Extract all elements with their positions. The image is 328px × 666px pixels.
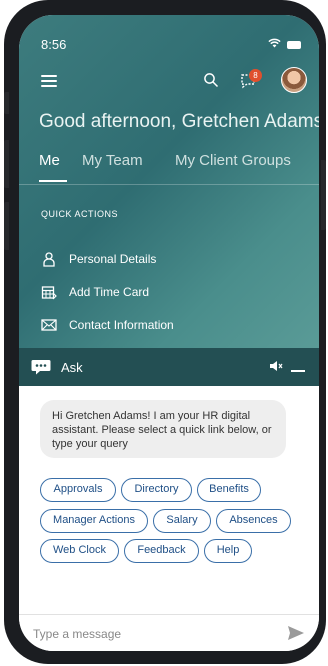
avatar[interactable] bbox=[281, 67, 307, 93]
chat-transcript: Hi Gretchen Adams! I am your HR digital … bbox=[19, 386, 319, 614]
ask-label: Ask bbox=[61, 360, 83, 375]
tab-my-team[interactable]: My Team bbox=[82, 152, 143, 169]
status-time: 8:56 bbox=[41, 37, 67, 52]
calendar-icon bbox=[41, 286, 57, 300]
tab-me[interactable]: Me bbox=[39, 152, 60, 169]
notification-badge: 8 bbox=[249, 69, 262, 82]
volume-down-button bbox=[4, 202, 9, 250]
quick-link-absences[interactable]: Absences bbox=[216, 509, 291, 533]
quick-link-web-clock[interactable]: Web Clock bbox=[40, 539, 119, 563]
search-icon[interactable] bbox=[203, 72, 219, 88]
mail-icon bbox=[41, 319, 57, 331]
quick-link-manager-actions[interactable]: Manager Actions bbox=[40, 509, 148, 533]
phone-frame: 8:56 8 Good afternoon, Gretchen Adams! M… bbox=[4, 0, 326, 664]
wifi-icon bbox=[268, 37, 281, 51]
active-tab-indicator bbox=[39, 180, 67, 182]
chat-bubble-icon bbox=[31, 360, 51, 375]
hamburger-menu-icon[interactable] bbox=[41, 75, 57, 87]
ask-assistant-bar[interactable]: Ask bbox=[19, 348, 319, 386]
battery-icon bbox=[287, 41, 301, 49]
status-bar: 8:56 bbox=[41, 37, 301, 53]
quick-link-feedback[interactable]: Feedback bbox=[124, 539, 199, 563]
home-header-panel: 8:56 8 Good afternoon, Gretchen Adams! M… bbox=[19, 15, 319, 348]
volume-up-button bbox=[4, 140, 9, 188]
minimize-icon[interactable] bbox=[291, 370, 305, 372]
top-nav: 8 bbox=[37, 67, 307, 95]
power-button bbox=[321, 160, 326, 230]
quick-link-approvals[interactable]: Approvals bbox=[40, 478, 116, 502]
person-icon bbox=[43, 252, 55, 267]
message-input[interactable] bbox=[31, 624, 261, 644]
quick-link-salary[interactable]: Salary bbox=[153, 509, 211, 533]
tab-divider bbox=[19, 184, 319, 185]
tab-my-client-groups[interactable]: My Client Groups bbox=[175, 152, 291, 169]
quick-link-help[interactable]: Help bbox=[204, 539, 252, 563]
assistant-message-bubble: Hi Gretchen Adams! I am your HR digital … bbox=[40, 400, 286, 458]
phone-screen: 8:56 8 Good afternoon, Gretchen Adams! M… bbox=[19, 15, 319, 651]
quick-link-benefits[interactable]: Benefits bbox=[197, 478, 261, 502]
notification-icon[interactable]: 8 bbox=[239, 69, 265, 93]
quick-link-directory[interactable]: Directory bbox=[121, 478, 192, 502]
quick-action-label: Contact Information bbox=[69, 318, 174, 332]
quick-action-label: Add Time Card bbox=[69, 285, 150, 299]
send-icon[interactable] bbox=[287, 625, 305, 641]
message-composer bbox=[19, 614, 319, 651]
quick-actions-title: QUICK ACTIONS bbox=[41, 209, 119, 219]
quick-action-label: Personal Details bbox=[69, 252, 157, 266]
quick-action-contact-information[interactable]: Contact Information bbox=[41, 315, 174, 335]
quick-action-add-time-card[interactable]: Add Time Card bbox=[41, 282, 149, 302]
quick-action-personal-details[interactable]: Personal Details bbox=[41, 249, 156, 269]
mute-icon[interactable] bbox=[269, 360, 283, 372]
silent-switch bbox=[4, 92, 9, 114]
greeting-title: Good afternoon, Gretchen Adams! bbox=[39, 111, 319, 132]
